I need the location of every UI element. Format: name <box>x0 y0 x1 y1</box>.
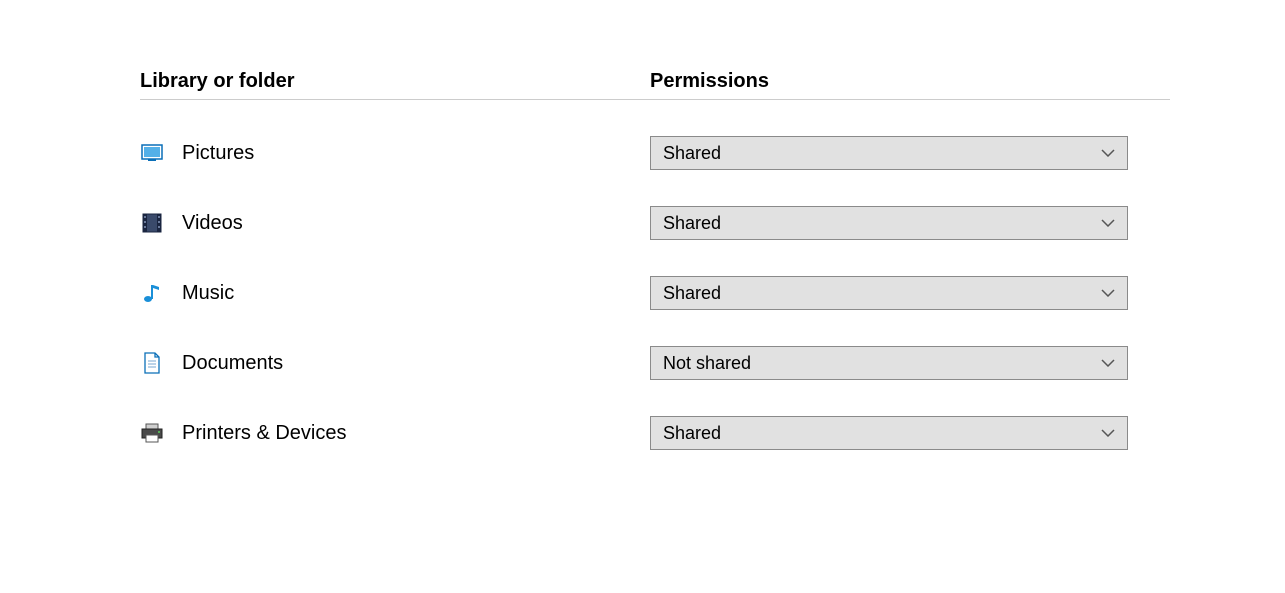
chevron-down-icon <box>1101 289 1115 297</box>
permission-value: Shared <box>663 283 721 304</box>
library-cell-music: Music <box>140 281 650 305</box>
documents-icon <box>140 351 164 375</box>
pictures-icon <box>140 141 164 165</box>
row-videos: Videos Shared <box>140 206 1170 240</box>
permission-select-documents[interactable]: Not shared <box>650 346 1128 380</box>
library-cell-videos: Videos <box>140 211 650 235</box>
sharing-settings-panel: Library or folder Permissions Pictures S… <box>140 70 1170 450</box>
library-label: Pictures <box>182 142 254 165</box>
permission-select-pictures[interactable]: Shared <box>650 136 1128 170</box>
chevron-down-icon <box>1101 429 1115 437</box>
chevron-down-icon <box>1101 149 1115 157</box>
permissions-column-header: Permissions <box>650 70 1170 93</box>
library-label: Music <box>182 282 234 305</box>
permission-value: Shared <box>663 143 721 164</box>
permission-value: Not shared <box>663 353 751 374</box>
chevron-down-icon <box>1101 359 1115 367</box>
row-music: Music Shared <box>140 276 1170 310</box>
permission-value: Shared <box>663 213 721 234</box>
library-column-header: Library or folder <box>140 70 650 93</box>
permission-select-printers[interactable]: Shared <box>650 416 1128 450</box>
library-label: Documents <box>182 352 283 375</box>
library-cell-printers: Printers & Devices <box>140 421 650 445</box>
chevron-down-icon <box>1101 219 1115 227</box>
library-cell-pictures: Pictures <box>140 141 650 165</box>
row-pictures: Pictures Shared <box>140 136 1170 170</box>
library-label: Videos <box>182 212 243 235</box>
videos-icon <box>140 211 164 235</box>
music-icon <box>140 281 164 305</box>
row-documents: Documents Not shared <box>140 346 1170 380</box>
printers-icon <box>140 421 164 445</box>
library-label: Printers & Devices <box>182 422 347 445</box>
permission-select-music[interactable]: Shared <box>650 276 1128 310</box>
row-printers: Printers & Devices Shared <box>140 416 1170 450</box>
library-cell-documents: Documents <box>140 351 650 375</box>
column-headers: Library or folder Permissions <box>140 70 1170 100</box>
permission-value: Shared <box>663 423 721 444</box>
permission-select-videos[interactable]: Shared <box>650 206 1128 240</box>
